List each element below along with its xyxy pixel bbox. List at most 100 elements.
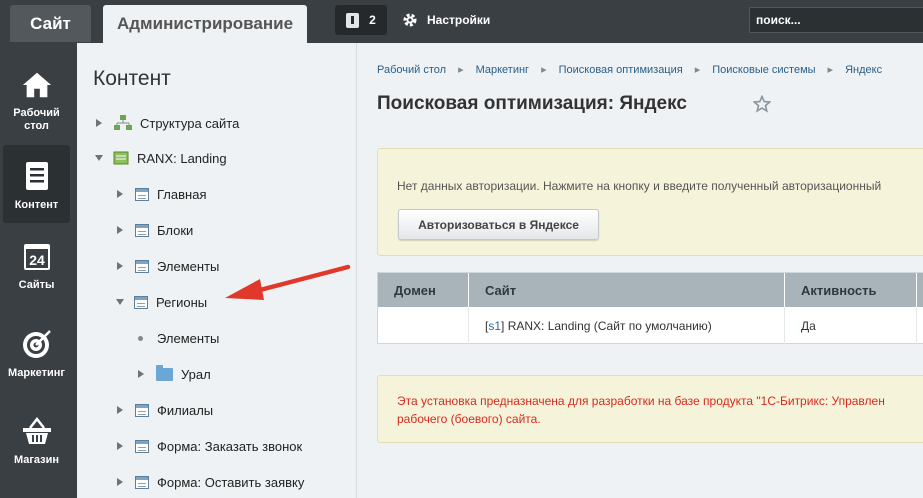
nav-desktop[interactable]: Рабочий стол xyxy=(3,55,70,133)
home-icon xyxy=(22,72,51,98)
collapse-arrow-icon[interactable] xyxy=(95,155,103,161)
expand-arrow-icon[interactable] xyxy=(117,406,123,414)
tree-item-label: Блоки xyxy=(157,222,194,238)
tree-item-label: Форма: Заказать звонок xyxy=(157,438,303,454)
nav-sites[interactable]: 24 Сайты xyxy=(3,225,70,303)
tab-site[interactable]: Сайт xyxy=(10,5,91,42)
main-content: Рабочий стол ▸ Маркетинг ▸ Поисковая опт… xyxy=(358,43,923,498)
breadcrumb-yandex[interactable]: Яндекс xyxy=(845,64,882,76)
cell-domain xyxy=(378,307,469,344)
page-icon xyxy=(135,259,149,273)
breadcrumb-seo[interactable]: Поисковая оптимизация xyxy=(559,64,683,76)
breadcrumb-separator: ▸ xyxy=(541,64,547,76)
tree-item-ural[interactable]: Урал xyxy=(138,364,211,384)
breadcrumb-search-engines[interactable]: Поисковые системы xyxy=(712,64,815,76)
page-title: Поисковая оптимизация: Яндекс xyxy=(377,93,687,114)
page-icon xyxy=(135,403,149,417)
breadcrumb-desktop[interactable]: Рабочий стол xyxy=(377,64,446,76)
table-header: Домен Сайт Активность xyxy=(378,273,923,307)
warning-line-1: Эта установка предназначена для разработ… xyxy=(397,394,885,408)
tree-item-ranx-landing[interactable]: RANX: Landing xyxy=(95,148,227,168)
breadcrumb-separator: ▸ xyxy=(458,64,464,76)
domains-table: Домен Сайт Активность [s1] RANX: Landing… xyxy=(377,272,923,344)
nav-sites-label: Сайты xyxy=(18,279,55,291)
collapse-arrow-icon[interactable] xyxy=(116,299,124,305)
tree-title: Контент xyxy=(93,67,171,90)
left-navigation: Рабочий стол Контент 24 Сайты Маркетинг xyxy=(0,43,77,498)
nav-content[interactable]: Контент xyxy=(3,145,70,223)
cell-active: Да xyxy=(785,307,917,344)
tree-item-form-callback[interactable]: Форма: Заказать звонок xyxy=(117,436,302,456)
auth-notice: Нет данных авторизации. Нажмите на кнопк… xyxy=(377,148,923,256)
basket-icon xyxy=(22,416,51,444)
site-code-link[interactable]: s1 xyxy=(488,319,501,333)
yandex-auth-button[interactable]: Авторизоваться в Яндексе xyxy=(398,209,599,240)
breadcrumb-separator: ▸ xyxy=(694,64,701,76)
tree-item-label: Структура сайта xyxy=(140,115,240,131)
tree-item-regions[interactable]: Регионы xyxy=(116,292,207,312)
nav-marketing[interactable]: Маркетинг xyxy=(3,313,70,391)
tree-item-branches[interactable]: Филиалы xyxy=(117,400,213,420)
column-header-domain[interactable]: Домен xyxy=(378,273,469,307)
expand-arrow-icon[interactable] xyxy=(117,478,123,486)
tree-item-label: Регионы xyxy=(156,294,208,310)
notification-icon xyxy=(346,12,360,28)
tree-item-main[interactable]: Главная xyxy=(117,184,206,204)
tree-item-label: Филиалы xyxy=(157,402,214,418)
favorite-star-icon[interactable] xyxy=(753,95,771,113)
expand-arrow-icon[interactable] xyxy=(138,370,144,378)
tree-item-blocks[interactable]: Блоки xyxy=(117,220,193,240)
expand-arrow-icon[interactable] xyxy=(117,262,123,270)
site-icon xyxy=(113,151,129,165)
svg-text:24: 24 xyxy=(29,252,45,268)
page-icon xyxy=(134,295,148,309)
tree-item-label: Элементы xyxy=(157,258,220,274)
expand-arrow-icon[interactable] xyxy=(117,190,123,198)
dev-warning: Эта установка предназначена для разработ… xyxy=(377,375,923,443)
tree-item-elements[interactable]: Элементы xyxy=(117,256,219,276)
top-bar: Сайт Администрирование 2 Настройки xyxy=(0,0,923,43)
tree-item-form-request[interactable]: Форма: Оставить заявку xyxy=(117,472,304,492)
column-header-active[interactable]: Активность xyxy=(785,273,917,307)
expand-arrow-icon[interactable] xyxy=(96,119,102,127)
nav-content-label: Контент xyxy=(14,199,59,211)
target-icon xyxy=(22,330,51,358)
gear-icon xyxy=(403,13,417,27)
tab-administration[interactable]: Администрирование xyxy=(103,5,307,43)
notifications-count: 2 xyxy=(369,13,376,27)
cell-site: [s1] RANX: Landing (Сайт по умолчанию) xyxy=(469,307,785,344)
page-icon xyxy=(135,187,149,201)
warning-line-2: рабочего (боевого) сайта. xyxy=(397,412,541,426)
page-icon xyxy=(135,439,149,453)
page-icon xyxy=(135,475,149,489)
notifications-button[interactable]: 2 xyxy=(335,5,387,35)
calendar-icon: 24 xyxy=(23,244,50,270)
settings-button[interactable]: Настройки xyxy=(402,5,490,35)
auth-message: Нет данных авторизации. Нажмите на кнопк… xyxy=(397,179,882,193)
bullet-icon xyxy=(138,335,143,341)
tree-item-label: Форма: Оставить заявку xyxy=(157,474,305,490)
nav-marketing-label: Маркетинг xyxy=(8,367,65,379)
tree-item-label: RANX: Landing xyxy=(137,150,227,166)
site-name: RANX: Landing (Сайт по умолчанию) xyxy=(507,318,712,333)
tree-item-structure[interactable]: Структура сайта xyxy=(96,113,239,133)
breadcrumb-separator: ▸ xyxy=(827,64,834,76)
warning-text: Эта установка предназначена для разработ… xyxy=(397,392,885,428)
breadcrumb-marketing[interactable]: Маркетинг xyxy=(476,64,529,76)
search-input[interactable] xyxy=(749,7,923,33)
expand-arrow-icon[interactable] xyxy=(117,226,123,234)
tree-item-label: Главная xyxy=(157,186,207,202)
nav-store[interactable]: Магазин xyxy=(3,400,70,478)
tree-item-label: Урал xyxy=(181,366,211,382)
expand-arrow-icon[interactable] xyxy=(117,442,123,450)
tree-item-regions-elements[interactable]: Элементы xyxy=(138,328,219,348)
annotation-arrow-icon xyxy=(225,264,351,300)
column-header-site[interactable]: Сайт xyxy=(469,273,785,307)
tree-item-label: Элементы xyxy=(157,330,220,346)
nav-store-label: Магазин xyxy=(13,454,60,466)
structure-icon xyxy=(114,115,132,130)
folder-icon xyxy=(156,364,173,381)
settings-label: Настройки xyxy=(427,13,491,27)
document-icon xyxy=(25,162,48,190)
nav-desktop-label: Рабочий стол xyxy=(13,107,60,132)
